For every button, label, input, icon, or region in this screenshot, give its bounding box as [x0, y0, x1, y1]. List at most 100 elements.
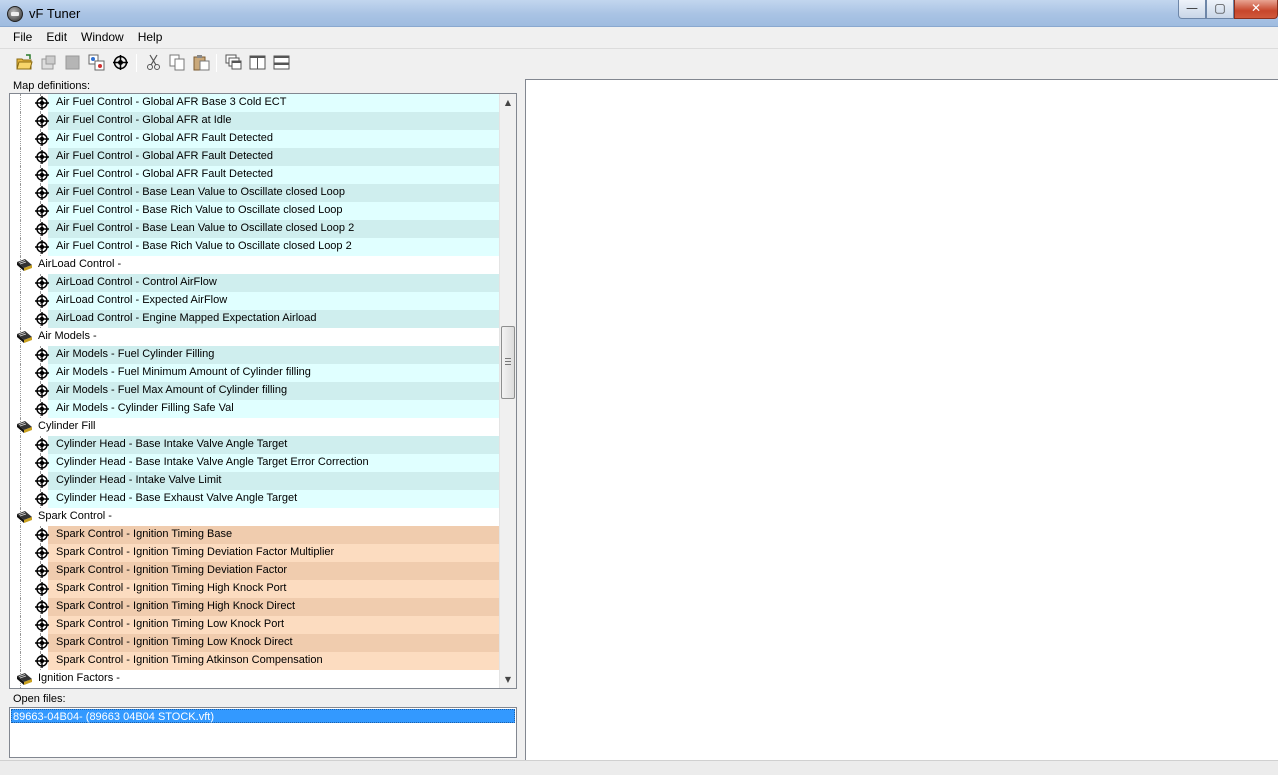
add-map-icon[interactable]: [112, 54, 129, 71]
tree-item-map[interactable]: Cylinder Head - Base Intake Valve Angle …: [10, 454, 500, 472]
tree-item-label: Spark Control - Ignition Timing Atkinson…: [56, 654, 323, 666]
tree-item-map[interactable]: Cylinder Head - Base Intake Valve Angle …: [10, 436, 500, 454]
tree-item-label: Air Fuel Control - Global AFR Fault Dete…: [56, 168, 274, 180]
map-icon: [34, 131, 50, 147]
close-icon: ✕: [1250, 1, 1262, 15]
tree-item-map[interactable]: Spark Control - Ignition Timing Deviatio…: [10, 562, 500, 580]
tree-item-map[interactable]: Cylinder Head - Intake Valve Limit: [10, 472, 500, 490]
tile-vertical-icon[interactable]: [249, 54, 266, 71]
tree-item-map[interactable]: Air Fuel Control - Base Rich Value to Os…: [10, 202, 500, 220]
tree-item-label: Air Models - Cylinder Filling Safe Val: [56, 402, 234, 414]
tree-item-map[interactable]: Spark Control - Ignition Timing Low Knoc…: [10, 616, 500, 634]
tree-group-folder[interactable]: Spark Control -: [10, 508, 500, 526]
tree-item-map[interactable]: Air Models - Fuel Max Amount of Cylinder…: [10, 382, 500, 400]
grip-icon: [505, 358, 511, 366]
stop-icon[interactable]: [64, 54, 81, 71]
tree-item-map[interactable]: Air Fuel Control - Global AFR Fault Dete…: [10, 130, 500, 148]
tree-item-map[interactable]: Spark Control - Ignition Timing Atkinson…: [10, 652, 500, 670]
tree-item-label: Air Fuel Control - Base Rich Value to Os…: [56, 204, 343, 216]
map-definitions-label: Map definitions:: [13, 80, 91, 92]
tree-item-map[interactable]: Air Models - Fuel Cylinder Filling: [10, 346, 500, 364]
tree-line: [20, 580, 21, 598]
map-definitions-tree[interactable]: Air Fuel Control - Global AFR Base 3 Col…: [9, 93, 517, 689]
tree-item-map[interactable]: AirLoad Control - Engine Mapped Expectat…: [10, 310, 500, 328]
tree-line: [20, 274, 21, 292]
tree-item-label: Spark Control - Ignition Timing Deviatio…: [56, 546, 335, 558]
map-editor-area[interactable]: [525, 79, 1278, 760]
tree-item-map[interactable]: Air Fuel Control - Global AFR Fault Dete…: [10, 148, 500, 166]
tree-line: [20, 202, 21, 220]
toolbar-separator: [216, 54, 217, 72]
tree-scrollbar[interactable]: ▲ ▼: [499, 94, 516, 688]
tree-item-map[interactable]: Spark Control - Ignition Timing Low Knoc…: [10, 634, 500, 652]
cut-icon[interactable]: [145, 54, 162, 71]
tree-group-folder[interactable]: Air Models -: [10, 328, 500, 346]
map-icon: [34, 185, 50, 201]
map-icon: [34, 635, 50, 651]
folder-book-icon: [16, 672, 33, 686]
tree-item-map[interactable]: Air Models - Cylinder Filling Safe Val: [10, 400, 500, 418]
map-icon: [34, 437, 50, 453]
scroll-down-arrow[interactable]: ▼: [500, 671, 516, 688]
open-file-item[interactable]: 89663-04B04- (89663 04B04 STOCK.vft): [11, 709, 515, 723]
map-icon: [34, 491, 50, 507]
tree-item-map[interactable]: AirLoad Control - Control AirFlow: [10, 274, 500, 292]
tree-item-map[interactable]: Air Fuel Control - Global AFR at Idle: [10, 112, 500, 130]
menu-edit[interactable]: Edit: [39, 27, 74, 47]
scroll-thumb[interactable]: [501, 326, 515, 399]
properties-icon[interactable]: [40, 54, 57, 71]
app-icon[interactable]: [7, 6, 23, 22]
scroll-up-arrow[interactable]: ▲: [500, 94, 516, 111]
tree-item-map[interactable]: Spark Control - Ignition Timing Deviatio…: [10, 544, 500, 562]
tree-line: [20, 490, 21, 508]
tree-line: [20, 364, 21, 382]
tree-item-map[interactable]: Spark Control - Ignition Timing Base: [10, 526, 500, 544]
open-files-list[interactable]: 89663-04B04- (89663 04B04 STOCK.vft): [9, 707, 517, 758]
tree-group-folder[interactable]: AirLoad Control -: [10, 256, 500, 274]
tree-line: [20, 400, 21, 418]
close-button[interactable]: ✕: [1234, 0, 1278, 19]
map-icon: [34, 113, 50, 129]
menu-file[interactable]: File: [6, 27, 39, 47]
tree-line: [20, 472, 21, 490]
toolbar: [0, 48, 1278, 76]
title-bar: vF Tuner — ▢ ✕: [0, 0, 1278, 27]
window-controls: — ▢ ✕: [1178, 0, 1278, 19]
menu-window[interactable]: Window: [74, 27, 131, 47]
tree-item-map[interactable]: Air Models - Fuel Minimum Amount of Cyli…: [10, 364, 500, 382]
compare-icon[interactable]: [88, 54, 105, 71]
menu-bar: File Edit Window Help: [0, 27, 1278, 47]
tree-item-map[interactable]: Spark Control - Ignition Timing High Kno…: [10, 598, 500, 616]
tree-line: [20, 562, 21, 580]
cascade-windows-icon[interactable]: [225, 54, 242, 71]
open-folder-icon[interactable]: [16, 54, 33, 71]
tree-item-map[interactable]: Air Fuel Control - Base Rich Value to Os…: [10, 238, 500, 256]
tree-item-map[interactable]: Cylinder Head - Base Exhaust Valve Angle…: [10, 490, 500, 508]
tree-item-map[interactable]: Air Fuel Control - Base Lean Value to Os…: [10, 184, 500, 202]
maximize-button[interactable]: ▢: [1206, 0, 1234, 19]
map-icon: [34, 473, 50, 489]
map-icon: [34, 599, 50, 615]
tree-item-label: Air Fuel Control - Base Lean Value to Os…: [56, 186, 346, 198]
map-icon: [34, 347, 50, 363]
copy-icon[interactable]: [169, 54, 186, 71]
map-icon: [34, 455, 50, 471]
tree-item-map[interactable]: Air Fuel Control - Global AFR Fault Dete…: [10, 166, 500, 184]
tree-item-label: Air Fuel Control - Global AFR at Idle: [56, 114, 232, 126]
menu-help[interactable]: Help: [131, 27, 170, 47]
tree-item-map[interactable]: Air Fuel Control - Global AFR Base 3 Col…: [10, 94, 500, 112]
tree-item-map[interactable]: AirLoad Control - Expected AirFlow: [10, 292, 500, 310]
tile-horizontal-icon[interactable]: [273, 54, 290, 71]
map-icon: [34, 563, 50, 579]
folder-book-icon: [16, 420, 33, 434]
paste-icon[interactable]: [193, 54, 210, 71]
map-icon: [34, 653, 50, 669]
tree-item-map[interactable]: Spark Control - Ignition Timing High Kno…: [10, 580, 500, 598]
tree-item-label: Air Fuel Control - Global AFR Fault Dete…: [56, 150, 274, 162]
tree-item-label: Air Fuel Control - Base Rich Value to Os…: [56, 240, 352, 252]
tree-item-map[interactable]: Air Fuel Control - Base Lean Value to Os…: [10, 220, 500, 238]
tree-item-label: Air Fuel Control - Global AFR Fault Dete…: [56, 132, 274, 144]
minimize-button[interactable]: —: [1178, 0, 1206, 19]
tree-group-folder[interactable]: Cylinder Fill: [10, 418, 500, 436]
tree-group-folder[interactable]: Ignition Factors -: [10, 670, 500, 688]
